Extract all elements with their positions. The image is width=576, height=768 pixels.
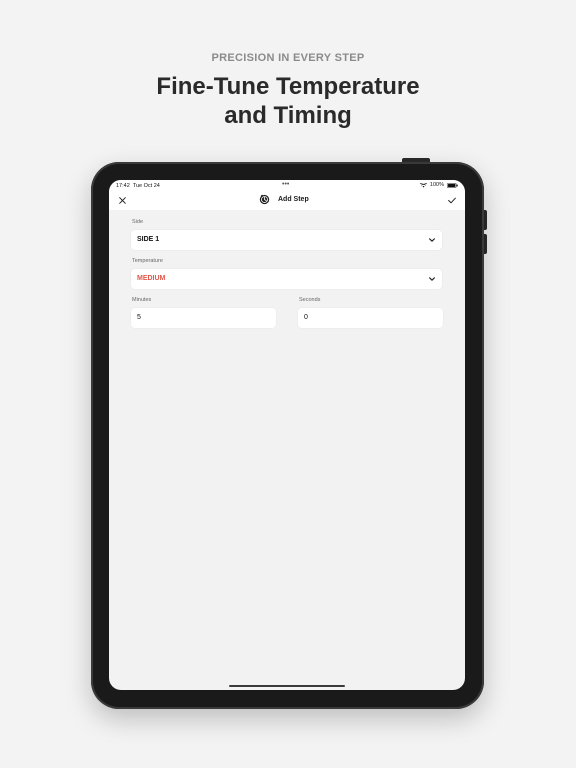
multitasking-dots[interactable]: ••• [282, 181, 289, 188]
checkmark-icon [448, 197, 456, 203]
device-volume-down-button [484, 234, 487, 254]
app-logo-icon [259, 194, 270, 205]
device-volume-up-button [484, 210, 487, 230]
status-time-date: 17:42 Tue Oct 24 [116, 183, 160, 189]
navigation-bar: Add Step [109, 192, 465, 210]
side-value: SIDE 1 [137, 236, 160, 243]
headline-line-1: Fine-Tune Temperature [156, 73, 420, 100]
close-icon [118, 196, 126, 204]
home-indicator[interactable] [229, 685, 345, 687]
close-button[interactable] [116, 194, 128, 206]
headline: Fine-Tune Temperature and Timing [0, 72, 576, 130]
app-store-screenshot: PRECISION IN EVERY STEP Fine-Tune Temper… [0, 0, 576, 768]
minutes-label: Minutes [132, 297, 152, 303]
status-date: Tue Oct 24 [132, 183, 160, 189]
seconds-label: Seconds [299, 297, 321, 303]
status-bar: 17:42 Tue Oct 24 ••• 100% [109, 180, 465, 192]
status-indicators: 100% [419, 182, 458, 188]
save-button[interactable] [446, 194, 458, 206]
temperature-select[interactable]: MEDIUM [131, 269, 442, 289]
battery-percentage: 100% [429, 182, 444, 188]
seconds-field[interactable]: 0 [298, 308, 443, 328]
headline-line-2: and Timing [224, 102, 352, 129]
status-time: 17:42 [116, 183, 130, 189]
chevron-down-icon [429, 277, 435, 281]
side-select[interactable]: SIDE 1 [131, 230, 442, 250]
battery-icon [447, 182, 458, 188]
minutes-value: 5 [137, 314, 141, 321]
chevron-down-icon [429, 238, 435, 242]
tablet-screen: 17:42 Tue Oct 24 ••• 100% Add Step Side … [109, 180, 465, 690]
nav-title-group: Add Step [259, 194, 309, 205]
minutes-field[interactable]: 5 [131, 308, 276, 328]
page-title: Add Step [278, 196, 309, 203]
side-label: Side [132, 219, 144, 225]
eyebrow-text: PRECISION IN EVERY STEP [211, 52, 365, 64]
seconds-value: 0 [304, 314, 308, 321]
wifi-icon [419, 182, 427, 187]
temperature-value: MEDIUM [137, 275, 166, 282]
temperature-label: Temperature [132, 258, 163, 264]
